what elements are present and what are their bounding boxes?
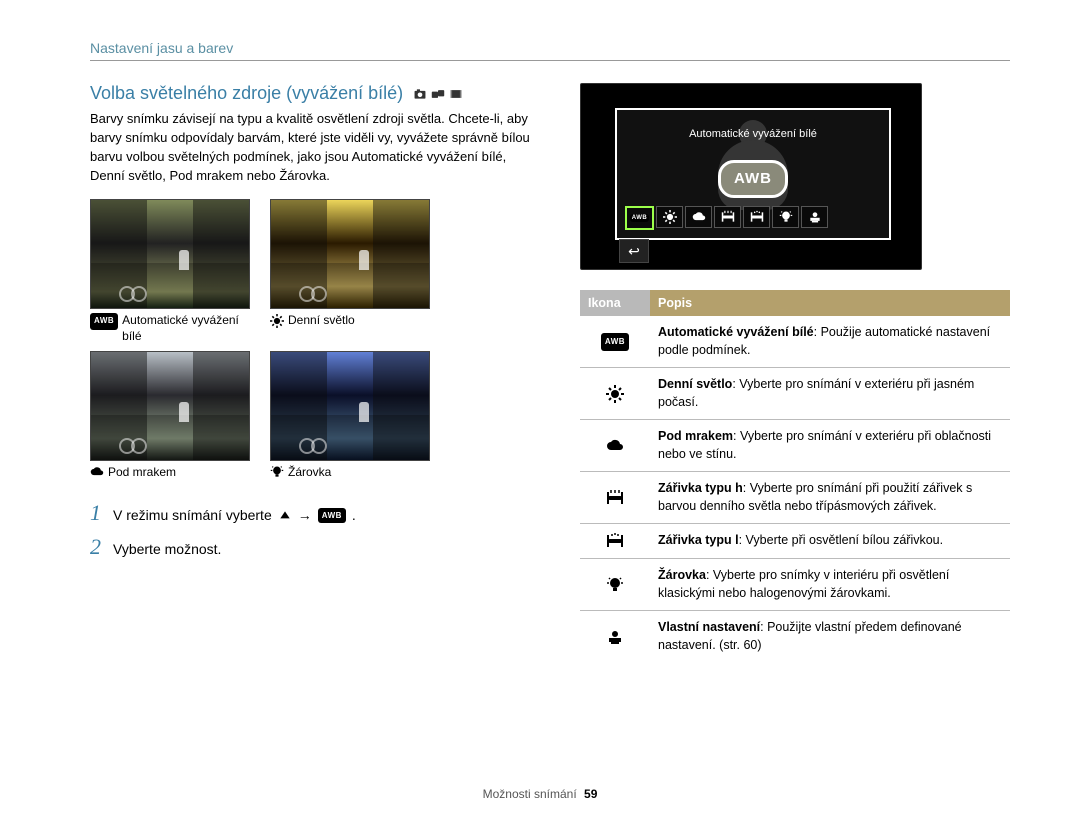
row-icon-cell — [580, 559, 650, 611]
table-header-desc: Popis — [650, 290, 1010, 316]
section-title-row: Volba světelného zdroje (vyvážení bílé) — [90, 83, 530, 104]
row-icon-cell — [580, 368, 650, 420]
table-row: Zářivka typu h: Vyberte pro snímání při … — [580, 472, 1010, 524]
wb-option-row: AWB — [625, 206, 828, 230]
awb-badge: AWB — [718, 160, 788, 198]
bulb-icon — [606, 576, 624, 594]
row-title: Žárovka — [658, 568, 706, 582]
row-desc-cell: Pod mrakem: Vyberte pro snímání v exteri… — [650, 420, 1010, 472]
step-number: 1 — [90, 500, 101, 526]
row-title: Zářivka typu l — [658, 533, 739, 547]
awb-pill-icon: AWB — [601, 333, 629, 350]
row-desc-cell: Žárovka: Vyberte pro snímky v interiéru … — [650, 559, 1010, 611]
example-daylight: Denní světlo — [270, 199, 430, 344]
row-desc-cell: Automatické vyvážení bílé: Použije autom… — [650, 316, 1010, 368]
table-row: AWB Automatické vyvážení bílé: Použije au… — [580, 316, 1010, 368]
row-desc-cell: Zářivka typu l: Vyberte při osvětlení bí… — [650, 524, 1010, 559]
fluor-h-icon — [606, 489, 624, 507]
footer-label: Možnosti snímání — [483, 787, 577, 801]
page-footer: Možnosti snímání 59 — [0, 787, 1080, 801]
row-desc-cell: Denní světlo: Vyberte pro snímání v exte… — [650, 368, 1010, 420]
cloud-icon — [606, 437, 624, 455]
example-label: Denní světlo — [288, 313, 355, 329]
table-row: Pod mrakem: Vyberte pro snímání v exteri… — [580, 420, 1010, 472]
menu-up-icon — [278, 507, 292, 523]
wb-option-fluor-h[interactable] — [714, 206, 741, 228]
wb-option-bulb[interactable] — [772, 206, 799, 228]
row-desc-cell: Zářivka typu h: Vyberte pro snímání při … — [650, 472, 1010, 524]
example-tungsten: Žárovka — [270, 351, 430, 481]
step-1: 1 V režimu snímání vyberte → AWB. — [90, 500, 530, 526]
example-awb: AWB Automatické vyvážení bílé — [90, 199, 250, 344]
awb-pill-icon: AWB — [318, 508, 346, 523]
bulb-icon — [270, 465, 284, 481]
row-title: Automatické vyvážení bílé — [658, 325, 814, 339]
film-icon — [449, 87, 463, 101]
sun-icon — [270, 313, 284, 329]
row-icon-cell — [580, 611, 650, 663]
cloud-icon — [90, 465, 104, 481]
row-icon-cell — [580, 420, 650, 472]
row-icon-cell: AWB — [580, 316, 650, 368]
table-row: Žárovka: Vyberte pro snímky v interiéru … — [580, 559, 1010, 611]
wb-option-cloud[interactable] — [685, 206, 712, 228]
wb-option-custom[interactable] — [801, 206, 828, 228]
camera-ui-preview: Automatické vyvážení bílé AWB AWB ↩ — [580, 83, 922, 270]
example-cloudy: Pod mrakem — [90, 351, 250, 481]
wb-option-fluor-l[interactable] — [743, 206, 770, 228]
custom-icon — [606, 628, 624, 646]
fluor-l-icon — [606, 532, 624, 550]
camera-icon — [413, 87, 427, 101]
row-icon-cell — [580, 524, 650, 559]
section-title: Volba světelného zdroje (vyvážení bílé) — [90, 83, 403, 104]
intro-text: Barvy snímku závisejí na typu a kvalitě … — [90, 110, 530, 185]
step-2: 2 Vyberte možnost. — [90, 534, 530, 560]
awb-pill-icon: AWB — [90, 313, 118, 329]
row-title: Denní světlo — [658, 377, 732, 391]
wb-option-awb[interactable]: AWB — [625, 206, 654, 230]
arrow: → — [298, 507, 312, 523]
row-text: : Vyberte při osvětlení bílou zářivkou. — [739, 533, 944, 547]
row-desc-cell: Vlastní nastavení: Použijte vlastní před… — [650, 611, 1010, 663]
table-row: Denní světlo: Vyberte pro snímání v exte… — [580, 368, 1010, 420]
example-label: Žárovka — [288, 465, 331, 481]
example-grid: AWB Automatické vyvážení bílé Denní svět… — [90, 199, 530, 480]
divider — [90, 60, 1010, 61]
step-text-after: . — [352, 507, 356, 523]
step-number: 2 — [90, 534, 101, 560]
page-number: 59 — [584, 787, 597, 801]
table-row: Zářivka typu l: Vyberte při osvětlení bí… — [580, 524, 1010, 559]
example-label: Automatické vyvážení bílé — [122, 313, 250, 344]
row-title: Pod mrakem — [658, 429, 733, 443]
back-button[interactable]: ↩ — [619, 239, 649, 263]
wb-option-sun[interactable] — [656, 206, 683, 228]
sun-icon — [606, 385, 624, 403]
dual-icon — [431, 87, 445, 101]
breadcrumb: Nastavení jasu a barev — [90, 40, 1010, 56]
step-text: Vyberte možnost. — [113, 541, 221, 557]
row-title: Zářivka typu h — [658, 481, 743, 495]
row-title: Vlastní nastavení — [658, 620, 760, 634]
row-icon-cell — [580, 472, 650, 524]
table-row: Vlastní nastavení: Použijte vlastní před… — [580, 611, 1010, 663]
step-text: V režimu snímání vyberte — [113, 507, 272, 523]
example-label: Pod mrakem — [108, 465, 176, 481]
table-header-icon: Ikona — [580, 290, 650, 316]
description-table: Ikona Popis AWB Automatické vyvážení bílé… — [580, 290, 1010, 662]
preview-label: Automatické vyvážení bílé — [617, 128, 889, 140]
